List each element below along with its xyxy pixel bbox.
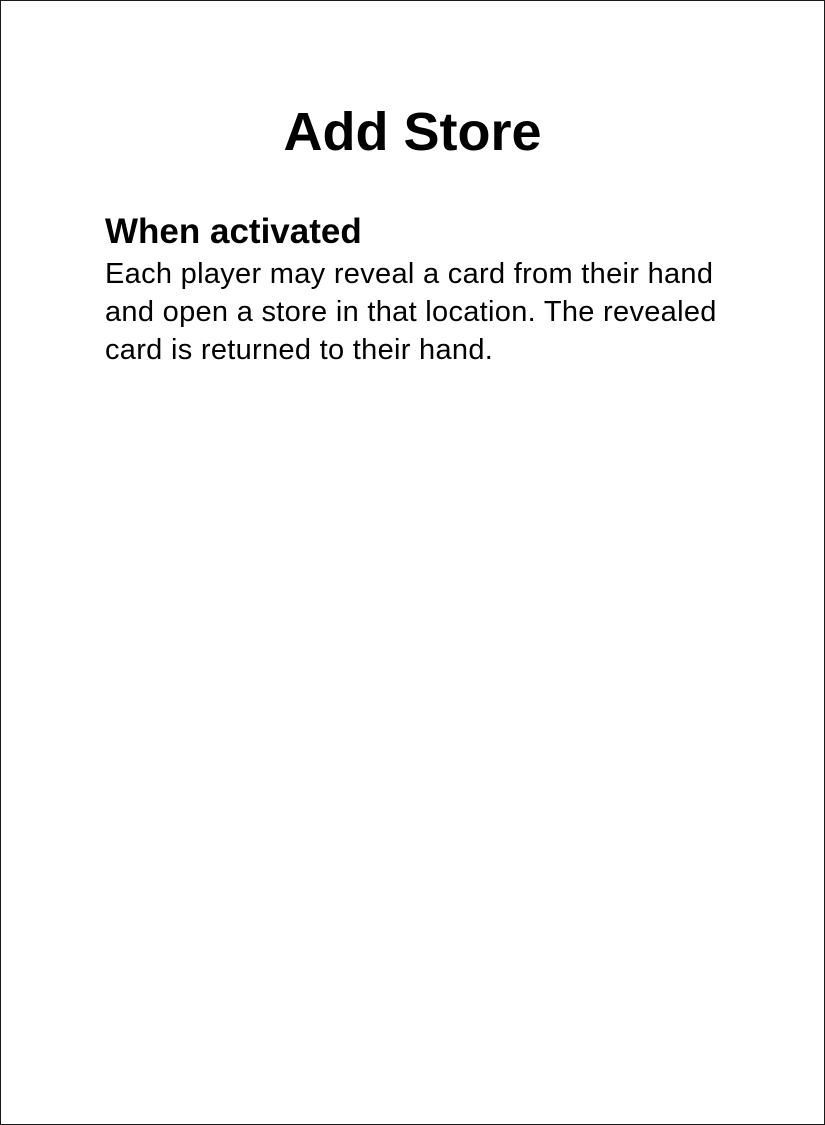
section-heading: When activated	[105, 212, 362, 251]
card-body: When activated Each player may reveal a …	[105, 209, 728, 369]
game-card: Add Store When activated Each player may…	[0, 0, 825, 1125]
card-title: Add Store	[283, 102, 542, 162]
section-text: Each player may reveal a card from their…	[105, 258, 717, 366]
